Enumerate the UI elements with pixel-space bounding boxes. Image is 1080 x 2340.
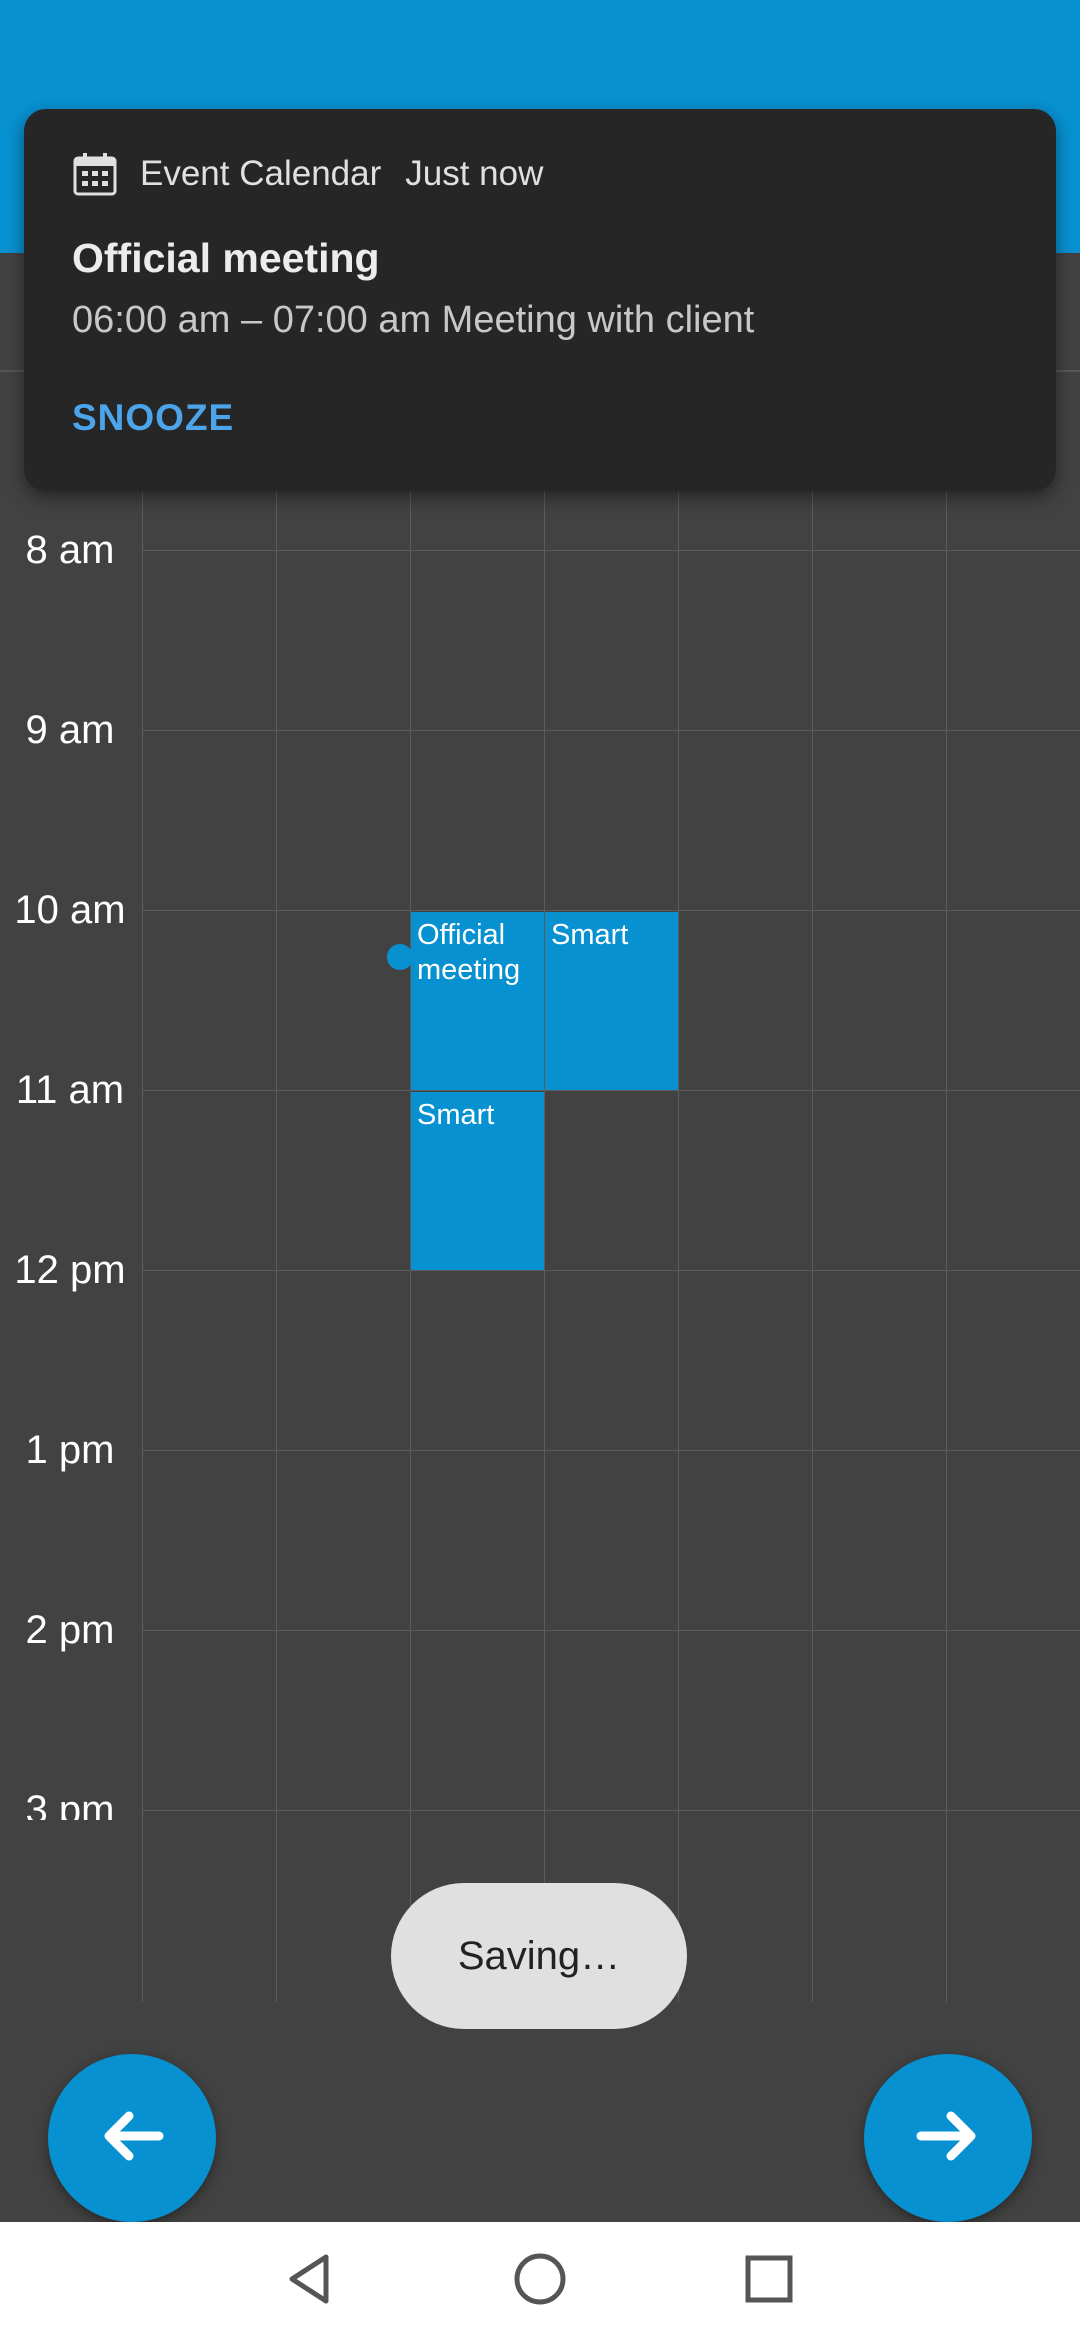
notification-title: Official meeting: [72, 235, 380, 281]
hour-line: [143, 1810, 1080, 1811]
nav-back-button[interactable]: [250, 2222, 370, 2340]
day-column-line: [946, 370, 947, 2002]
hour-line: [143, 1630, 1080, 1631]
home-circle-icon: [512, 2251, 568, 2312]
snooze-button[interactable]: SNOOZE: [72, 397, 234, 439]
day-column-line: [276, 370, 277, 2002]
nav-home-button[interactable]: [480, 2222, 600, 2340]
day-column-line: [812, 370, 813, 2002]
recents-square-icon: [741, 2251, 797, 2312]
system-navigation-bar: [0, 2222, 1080, 2340]
hour-line: [143, 910, 1080, 911]
notification-body: 06:00 am – 07:00 am Meeting with client: [72, 299, 755, 341]
day-column-line: [142, 370, 143, 2002]
hour-line: [143, 1090, 1080, 1091]
day-column-line: [544, 370, 545, 2002]
hour-line: [143, 730, 1080, 731]
hour-line: [143, 1270, 1080, 1271]
notification-card[interactable]: Event Calendar Just now Official meeting…: [24, 109, 1056, 491]
previous-week-button[interactable]: [48, 2054, 216, 2222]
event-smart-1[interactable]: Smart: [545, 912, 678, 1090]
saving-toast: Saving…: [391, 1883, 687, 2029]
hour-label-9am: 9 am: [25, 708, 115, 752]
hour-label-8am: 8 am: [25, 528, 115, 572]
current-time-dot: [387, 944, 413, 970]
hour-label-1pm: 1 pm: [25, 1428, 115, 1472]
day-column-line: [678, 370, 679, 2002]
hour-line: [143, 550, 1080, 551]
hour-label-3pm: 3 pm: [25, 1788, 115, 1820]
hour-line: [143, 1450, 1080, 1451]
calendar-icon: [72, 151, 118, 197]
week-grid[interactable]: 7 am 8 am 9 am 10 am 11 am 12 pm 1 pm 2 …: [0, 330, 1080, 2004]
arrow-left-icon: [97, 2106, 167, 2171]
hour-label-12pm: 12 pm: [14, 1248, 126, 1292]
hour-label-11am: 11 am: [15, 1068, 125, 1112]
next-week-button[interactable]: [864, 2054, 1032, 2222]
notification-header: Event Calendar Just now: [72, 147, 543, 201]
notification-time: Just now: [405, 154, 544, 193]
back-triangle-icon: [282, 2251, 338, 2312]
event-official-meeting[interactable]: Official meeting: [411, 912, 544, 1090]
hour-label-2pm: 2 pm: [25, 1608, 115, 1652]
hour-label-10am: 10 am: [14, 888, 126, 932]
event-smart-2[interactable]: Smart: [411, 1092, 544, 1270]
nav-recents-button[interactable]: [709, 2222, 829, 2340]
notification-app-name: Event Calendar: [140, 154, 382, 193]
arrow-right-icon: [913, 2106, 983, 2171]
